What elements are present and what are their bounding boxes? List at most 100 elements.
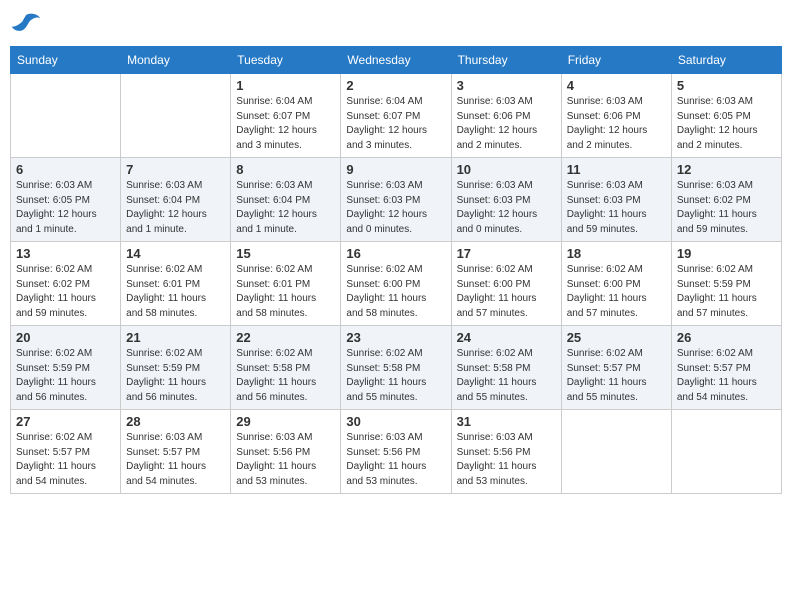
page-header xyxy=(10,10,782,38)
day-info: Sunrise: 6:03 AM Sunset: 6:05 PM Dayligh… xyxy=(16,179,115,237)
calendar-cell: 12 Sunrise: 6:03 AM Sunset: 6:02 PM Dayli… xyxy=(671,158,781,242)
day-info: Sunrise: 6:03 AM Sunset: 5:56 PM Dayligh… xyxy=(457,431,556,489)
day-info: Sunrise: 6:03 AM Sunset: 6:05 PM Dayligh… xyxy=(677,95,776,153)
day-info: Sunrise: 6:02 AM Sunset: 5:57 PM Dayligh… xyxy=(16,431,115,489)
day-number: 19 xyxy=(677,246,776,261)
day-number: 31 xyxy=(457,414,556,429)
day-number: 11 xyxy=(567,162,666,177)
calendar-week-2: 6 Sunrise: 6:03 AM Sunset: 6:05 PM Daylig… xyxy=(11,158,782,242)
day-number: 5 xyxy=(677,78,776,93)
day-info: Sunrise: 6:03 AM Sunset: 6:02 PM Dayligh… xyxy=(677,179,776,237)
day-info: Sunrise: 6:03 AM Sunset: 6:06 PM Dayligh… xyxy=(567,95,666,153)
calendar-cell: 20 Sunrise: 6:02 AM Sunset: 5:59 PM Dayli… xyxy=(11,326,121,410)
day-info: Sunrise: 6:02 AM Sunset: 6:02 PM Dayligh… xyxy=(16,263,115,321)
day-info: Sunrise: 6:02 AM Sunset: 5:58 PM Dayligh… xyxy=(346,347,445,405)
calendar-cell: 6 Sunrise: 6:03 AM Sunset: 6:05 PM Daylig… xyxy=(11,158,121,242)
day-info: Sunrise: 6:03 AM Sunset: 5:56 PM Dayligh… xyxy=(236,431,335,489)
day-number: 14 xyxy=(126,246,225,261)
day-header-friday: Friday xyxy=(561,47,671,74)
calendar-cell: 18Sunrise: 6:02 AM Sunset: 6:00 PM Dayli… xyxy=(561,242,671,326)
day-number: 12 xyxy=(677,162,776,177)
day-info: Sunrise: 6:02 AM Sunset: 5:59 PM Dayligh… xyxy=(16,347,115,405)
day-info: Sunrise: 6:02 AM Sunset: 5:57 PM Dayligh… xyxy=(567,347,666,405)
day-info: Sunrise: 6:03 AM Sunset: 5:57 PM Dayligh… xyxy=(126,431,225,489)
calendar-cell: 28 Sunrise: 6:03 AM Sunset: 5:57 PM Dayli… xyxy=(121,410,231,494)
logo-icon xyxy=(10,10,42,38)
day-number: 8 xyxy=(236,162,335,177)
calendar-cell: 31 Sunrise: 6:03 AM Sunset: 5:56 PM Dayli… xyxy=(451,410,561,494)
day-number: 27 xyxy=(16,414,115,429)
calendar-cell: 3 Sunrise: 6:03 AM Sunset: 6:06 PM Daylig… xyxy=(451,74,561,158)
day-number: 6 xyxy=(16,162,115,177)
calendar-header-row: SundayMondayTuesdayWednesdayThursdayFrid… xyxy=(11,47,782,74)
day-number: 9 xyxy=(346,162,445,177)
calendar-cell: 27 Sunrise: 6:02 AM Sunset: 5:57 PM Dayli… xyxy=(11,410,121,494)
calendar-cell: 21 Sunrise: 6:02 AM Sunset: 5:59 PM Dayli… xyxy=(121,326,231,410)
calendar-week-1: 1Sunrise: 6:04 AM Sunset: 6:07 PM Daylig… xyxy=(11,74,782,158)
day-header-saturday: Saturday xyxy=(671,47,781,74)
day-number: 13 xyxy=(16,246,115,261)
day-number: 21 xyxy=(126,330,225,345)
calendar-cell: 2 Sunrise: 6:04 AM Sunset: 6:07 PM Daylig… xyxy=(341,74,451,158)
day-info: Sunrise: 6:02 AM Sunset: 5:58 PM Dayligh… xyxy=(236,347,335,405)
calendar-cell: 1Sunrise: 6:04 AM Sunset: 6:07 PM Daylig… xyxy=(231,74,341,158)
calendar-cell: 13 Sunrise: 6:02 AM Sunset: 6:02 PM Dayli… xyxy=(11,242,121,326)
calendar-cell: 10 Sunrise: 6:03 AM Sunset: 6:03 PM Dayli… xyxy=(451,158,561,242)
calendar-week-3: 13 Sunrise: 6:02 AM Sunset: 6:02 PM Dayli… xyxy=(11,242,782,326)
day-number: 24 xyxy=(457,330,556,345)
calendar-cell: 24Sunrise: 6:02 AM Sunset: 5:58 PM Dayli… xyxy=(451,326,561,410)
day-number: 18 xyxy=(567,246,666,261)
day-info: Sunrise: 6:04 AM Sunset: 6:07 PM Dayligh… xyxy=(236,95,335,153)
calendar-cell xyxy=(121,74,231,158)
calendar-table: SundayMondayTuesdayWednesdayThursdayFrid… xyxy=(10,46,782,494)
day-number: 7 xyxy=(126,162,225,177)
day-number: 10 xyxy=(457,162,556,177)
day-info: Sunrise: 6:03 AM Sunset: 6:06 PM Dayligh… xyxy=(457,95,556,153)
calendar-week-5: 27 Sunrise: 6:02 AM Sunset: 5:57 PM Dayli… xyxy=(11,410,782,494)
day-info: Sunrise: 6:03 AM Sunset: 6:04 PM Dayligh… xyxy=(236,179,335,237)
calendar-cell: 16Sunrise: 6:02 AM Sunset: 6:00 PM Dayli… xyxy=(341,242,451,326)
calendar-cell xyxy=(11,74,121,158)
day-number: 28 xyxy=(126,414,225,429)
day-number: 2 xyxy=(346,78,445,93)
day-number: 22 xyxy=(236,330,335,345)
calendar-cell: 9 Sunrise: 6:03 AM Sunset: 6:03 PM Daylig… xyxy=(341,158,451,242)
day-info: Sunrise: 6:02 AM Sunset: 6:00 PM Dayligh… xyxy=(457,263,556,321)
day-number: 16 xyxy=(346,246,445,261)
day-info: Sunrise: 6:02 AM Sunset: 5:59 PM Dayligh… xyxy=(677,263,776,321)
day-header-wednesday: Wednesday xyxy=(341,47,451,74)
day-number: 17 xyxy=(457,246,556,261)
day-info: Sunrise: 6:04 AM Sunset: 6:07 PM Dayligh… xyxy=(346,95,445,153)
day-header-sunday: Sunday xyxy=(11,47,121,74)
calendar-cell: 14Sunrise: 6:02 AM Sunset: 6:01 PM Dayli… xyxy=(121,242,231,326)
calendar-cell: 5 Sunrise: 6:03 AM Sunset: 6:05 PM Daylig… xyxy=(671,74,781,158)
day-number: 15 xyxy=(236,246,335,261)
calendar-cell: 25 Sunrise: 6:02 AM Sunset: 5:57 PM Dayli… xyxy=(561,326,671,410)
day-info: Sunrise: 6:03 AM Sunset: 6:03 PM Dayligh… xyxy=(567,179,666,237)
calendar-cell: 29 Sunrise: 6:03 AM Sunset: 5:56 PM Dayli… xyxy=(231,410,341,494)
calendar-cell: 22 Sunrise: 6:02 AM Sunset: 5:58 PM Dayli… xyxy=(231,326,341,410)
calendar-cell: 7 Sunrise: 6:03 AM Sunset: 6:04 PM Daylig… xyxy=(121,158,231,242)
day-info: Sunrise: 6:02 AM Sunset: 5:59 PM Dayligh… xyxy=(126,347,225,405)
logo xyxy=(10,10,46,38)
day-info: Sunrise: 6:03 AM Sunset: 6:03 PM Dayligh… xyxy=(346,179,445,237)
day-info: Sunrise: 6:02 AM Sunset: 6:01 PM Dayligh… xyxy=(236,263,335,321)
day-header-monday: Monday xyxy=(121,47,231,74)
calendar-cell: 4 Sunrise: 6:03 AM Sunset: 6:06 PM Daylig… xyxy=(561,74,671,158)
day-header-tuesday: Tuesday xyxy=(231,47,341,74)
day-number: 29 xyxy=(236,414,335,429)
day-number: 20 xyxy=(16,330,115,345)
calendar-cell: 23 Sunrise: 6:02 AM Sunset: 5:58 PM Dayli… xyxy=(341,326,451,410)
day-info: Sunrise: 6:03 AM Sunset: 5:56 PM Dayligh… xyxy=(346,431,445,489)
calendar-week-4: 20 Sunrise: 6:02 AM Sunset: 5:59 PM Dayli… xyxy=(11,326,782,410)
day-header-thursday: Thursday xyxy=(451,47,561,74)
day-info: Sunrise: 6:03 AM Sunset: 6:04 PM Dayligh… xyxy=(126,179,225,237)
day-number: 26 xyxy=(677,330,776,345)
calendar-cell: 11 Sunrise: 6:03 AM Sunset: 6:03 PM Dayli… xyxy=(561,158,671,242)
day-info: Sunrise: 6:02 AM Sunset: 5:57 PM Dayligh… xyxy=(677,347,776,405)
day-number: 23 xyxy=(346,330,445,345)
day-number: 4 xyxy=(567,78,666,93)
day-number: 3 xyxy=(457,78,556,93)
day-info: Sunrise: 6:03 AM Sunset: 6:03 PM Dayligh… xyxy=(457,179,556,237)
day-number: 25 xyxy=(567,330,666,345)
